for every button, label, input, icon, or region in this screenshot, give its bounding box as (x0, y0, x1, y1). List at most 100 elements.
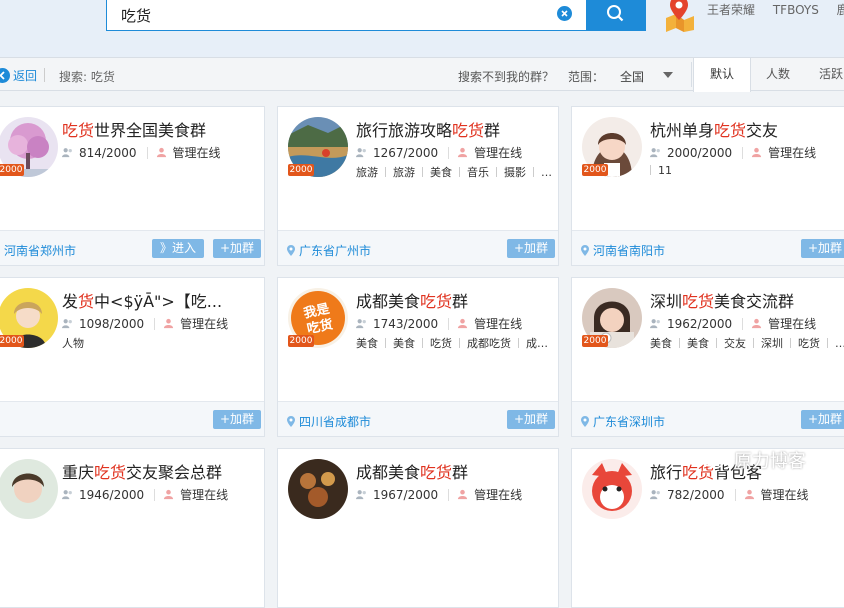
search-button[interactable] (586, 0, 646, 31)
location-text: 四川省成都市 (299, 415, 372, 429)
group-name[interactable]: 成都美食吃货群 (356, 288, 468, 312)
join-group-button[interactable]: +加群 (507, 410, 555, 429)
location-text: 广东省深圳市 (593, 415, 666, 429)
hot-word[interactable]: TFBOYS (773, 3, 819, 17)
admin-icon (458, 489, 468, 500)
group-tags: 人物 (62, 335, 84, 351)
group-card[interactable]: 2000 旅行旅游攻略吃货群 1267/2000 管理在线 旅游 旅游 美食 音乐 摄影… (277, 106, 559, 266)
group-meta: 814/2000 管理在线 (62, 144, 221, 161)
member-count: 782/2000 (667, 487, 725, 502)
admin-status: 管理在线 (474, 146, 523, 160)
range-dropdown[interactable]: 全国 (606, 62, 692, 87)
join-group-button[interactable]: +加群 (801, 410, 844, 429)
card-footer: 河南省郑州市 》进入 +加群 (0, 230, 264, 265)
join-group-button[interactable]: +加群 (801, 239, 844, 258)
group-name[interactable]: 重庆吃货交友聚会总群 (62, 459, 222, 483)
member-count: 1743/2000 (373, 316, 439, 331)
back-label: 返回 (13, 68, 38, 83)
group-card[interactable]: 2000 深圳吃货美食交流群 1962/2000 管理在线 美食 美食 交友 深圳 吃货… (571, 277, 844, 437)
member-count: 2000/2000 (667, 145, 733, 160)
group-meta: 1962/2000 管理在线 (650, 315, 816, 332)
group-name[interactable]: 深圳吃货美食交流群 (650, 288, 794, 312)
group-card[interactable]: 我是 吃货 2000 成都美食吃货群 1743/2000 管理在线 美食 美食 吃货… (277, 277, 559, 437)
tag: 美食 (430, 166, 452, 179)
back-button[interactable]: 返回 (0, 67, 37, 83)
admin-status: 管理在线 (760, 488, 809, 502)
tab-default[interactable]: 默认 (693, 58, 751, 92)
hot-word[interactable]: 鹿晗 (837, 3, 844, 17)
members-icon (62, 319, 72, 329)
tag: 旅游 (393, 166, 415, 179)
keyword-highlight: 吃货 (682, 292, 715, 311)
capacity-badge: 2000 (0, 335, 24, 347)
card-footer: 广东省广州市 +加群 (278, 230, 558, 265)
admin-icon (752, 147, 762, 158)
group-meta: 1946/2000 管理在线 (62, 486, 228, 503)
top-search-bar: 吃货 王者荣耀 TFBOYS 鹿晗 (0, 0, 844, 57)
group-card[interactable]: 成都美食吃货群 1967/2000 管理在线 (277, 448, 559, 608)
group-name-text: 群 (452, 463, 469, 482)
location-pin-icon (287, 245, 295, 256)
members-icon (62, 490, 72, 500)
group-name-text: 群 (452, 292, 469, 311)
enter-button[interactable]: 》进入 (152, 239, 204, 258)
group-card[interactable]: 2000 杭州单身吃货交友 2000/2000 管理在线 11 河南省南阳市 +… (571, 106, 844, 266)
tag: 吃货 (798, 337, 820, 350)
group-name-text: 重庆 (62, 463, 95, 482)
members-icon (356, 148, 366, 158)
group-name[interactable]: 杭州单身吃货交友 (650, 117, 778, 141)
group-name-text: 深圳 (650, 292, 683, 311)
search-input[interactable]: 吃货 (106, 0, 586, 31)
group-name-text: 世界全国美食群 (94, 121, 207, 140)
group-meta: 2000/2000 管理在线 (650, 144, 816, 161)
card-footer: 四川省成都市 +加群 (278, 401, 558, 436)
tag: 交友 (724, 337, 746, 350)
group-name-text: 交友 (746, 121, 779, 140)
members-icon (650, 148, 660, 158)
group-name[interactable]: 成都美食吃货群 (356, 459, 468, 483)
capacity-badge: 2000 (288, 164, 314, 176)
keyword-highlight: 吃货 (452, 121, 485, 140)
map-location-icon[interactable] (662, 0, 696, 32)
hot-word[interactable]: 王者荣耀 (707, 3, 755, 17)
location-text: 河南省郑州市 (4, 244, 77, 258)
admin-status: 管理在线 (474, 488, 523, 502)
tag: … (835, 337, 844, 350)
member-count: 814/2000 (79, 145, 137, 160)
capacity-badge: 2000 (288, 335, 314, 347)
tag: 人物 (62, 337, 84, 350)
group-card[interactable]: 2000 发货中<$ÿĀ">【吃... 1098/2000 管理在线 人物 +加… (0, 277, 265, 437)
wechat-icon (700, 451, 724, 469)
group-name-text: 成都美食 (356, 292, 421, 311)
group-card[interactable]: 重庆吃货交友聚会总群 1946/2000 管理在线 (0, 448, 265, 608)
tag: 成都吃货 (467, 337, 511, 350)
group-card[interactable]: 2000 吃货世界全国美食群 814/2000 管理在线 河南省郑州市 》进入 … (0, 106, 265, 266)
group-name[interactable]: 发货中<$ÿĀ">【吃... (62, 288, 222, 312)
tab-members[interactable]: 人数 (751, 58, 805, 91)
group-name-text: 旅行旅游攻略 (356, 121, 453, 140)
group-name-text: 中<$ÿĀ">【吃... (94, 292, 223, 311)
clear-icon[interactable] (557, 6, 572, 21)
not-found-link[interactable]: 搜索不到我的群？ (458, 68, 554, 85)
group-avatar (0, 459, 58, 519)
tab-active[interactable]: 活跃 (807, 58, 844, 91)
join-group-button[interactable]: +加群 (507, 239, 555, 258)
members-icon (356, 490, 366, 500)
join-group-button[interactable]: +加群 (213, 239, 261, 258)
watermark-text: 原力博客 (733, 451, 806, 472)
tag: 音乐 (467, 166, 489, 179)
members-icon (650, 490, 660, 500)
group-name-text: 美食交流群 (714, 292, 795, 311)
member-count: 1267/2000 (373, 145, 439, 160)
location: 广东省深圳市 (581, 413, 665, 430)
admin-icon (752, 318, 762, 329)
group-name[interactable]: 旅行旅游攻略吃货群 (356, 117, 500, 141)
members-icon (356, 319, 366, 329)
chevron-down-icon (663, 72, 673, 78)
group-name[interactable]: 吃货世界全国美食群 (62, 117, 206, 141)
search-query-text: 吃货 (121, 7, 152, 25)
location-pin-icon (581, 416, 589, 427)
join-group-button[interactable]: +加群 (213, 410, 261, 429)
tag: 11 (658, 164, 672, 177)
range-label: 范围： (568, 70, 605, 84)
